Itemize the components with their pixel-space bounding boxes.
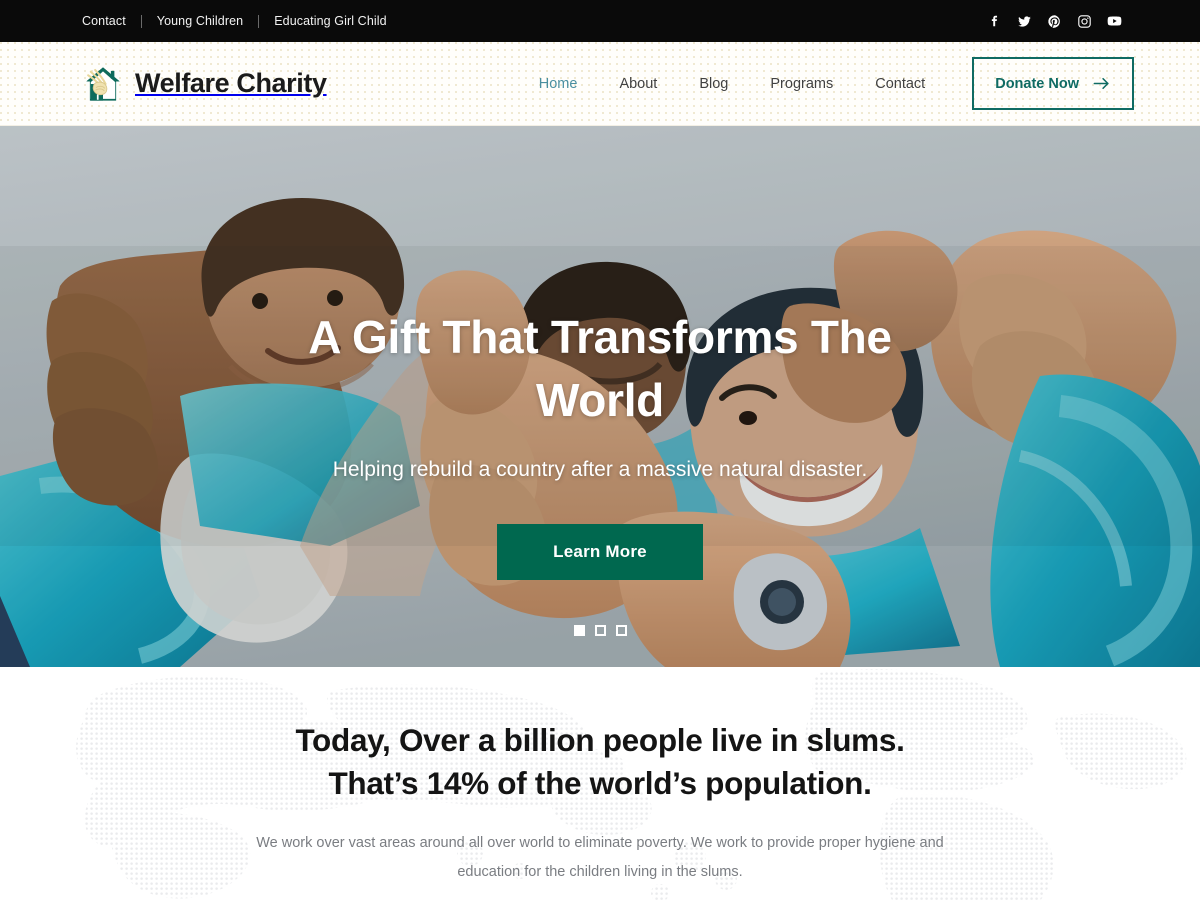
- arrow-right-icon: [1092, 74, 1111, 93]
- topbar-separator: [258, 14, 260, 28]
- twitter-icon[interactable]: [1017, 14, 1032, 29]
- top-bar-links: Contact Young Children Educating Girl Ch…: [82, 14, 387, 28]
- donate-now-label: Donate Now: [995, 75, 1079, 92]
- topbar-separator: [140, 14, 142, 28]
- facebook-icon[interactable]: [987, 14, 1002, 29]
- brand-logo-link[interactable]: Welfare Charity: [82, 63, 327, 105]
- hero-slider: A Gift That Transforms The World Helping…: [0, 126, 1200, 667]
- slider-dot-3[interactable]: [615, 625, 627, 636]
- slider-dot-2[interactable]: [594, 625, 606, 636]
- youtube-icon[interactable]: [1107, 14, 1122, 29]
- topbar-link-contact[interactable]: Contact: [82, 14, 126, 28]
- donate-now-button[interactable]: Donate Now: [972, 57, 1134, 110]
- nav-item-home[interactable]: Home: [518, 76, 599, 92]
- hero-title: A Gift That Transforms The World: [308, 311, 892, 427]
- instagram-icon[interactable]: [1077, 14, 1092, 29]
- intro-heading: Today, Over a billion people live in slu…: [295, 719, 904, 805]
- nav-item-contact[interactable]: Contact: [854, 76, 946, 92]
- learn-more-button[interactable]: Learn More: [497, 523, 703, 580]
- topbar-link-young-children[interactable]: Young Children: [157, 14, 243, 28]
- nav-item-blog[interactable]: Blog: [678, 76, 749, 92]
- top-bar: Contact Young Children Educating Girl Ch…: [0, 0, 1200, 42]
- brand-name: Welfare Charity: [135, 68, 327, 98]
- topbar-link-educating-girl-child[interactable]: Educating Girl Child: [274, 14, 386, 28]
- nav-item-about[interactable]: About: [598, 76, 678, 92]
- slider-dot-1[interactable]: [573, 625, 585, 636]
- intro-paragraph: We work over vast areas around all over …: [256, 834, 944, 880]
- social-links: [987, 14, 1122, 29]
- house-with-helping-hands-icon: [82, 63, 124, 105]
- intro-section: Today, Over a billion people live in slu…: [0, 667, 1200, 900]
- hero-subtitle: Helping rebuild a country after a massiv…: [332, 457, 868, 481]
- pinterest-icon[interactable]: [1047, 14, 1062, 29]
- site-header: Welfare Charity Home About Blog Programs…: [0, 42, 1200, 126]
- slider-pagination: [0, 625, 1200, 636]
- hero-content: A Gift That Transforms The World Helping…: [0, 126, 1200, 667]
- intro-heading-line-1: Today, Over a billion people live in slu…: [295, 722, 905, 758]
- nav-item-programs[interactable]: Programs: [749, 76, 854, 92]
- main-nav: Home About Blog Programs Contact: [518, 76, 946, 92]
- intro-heading-line-2: That’s 14% of the world’s population.: [328, 764, 872, 801]
